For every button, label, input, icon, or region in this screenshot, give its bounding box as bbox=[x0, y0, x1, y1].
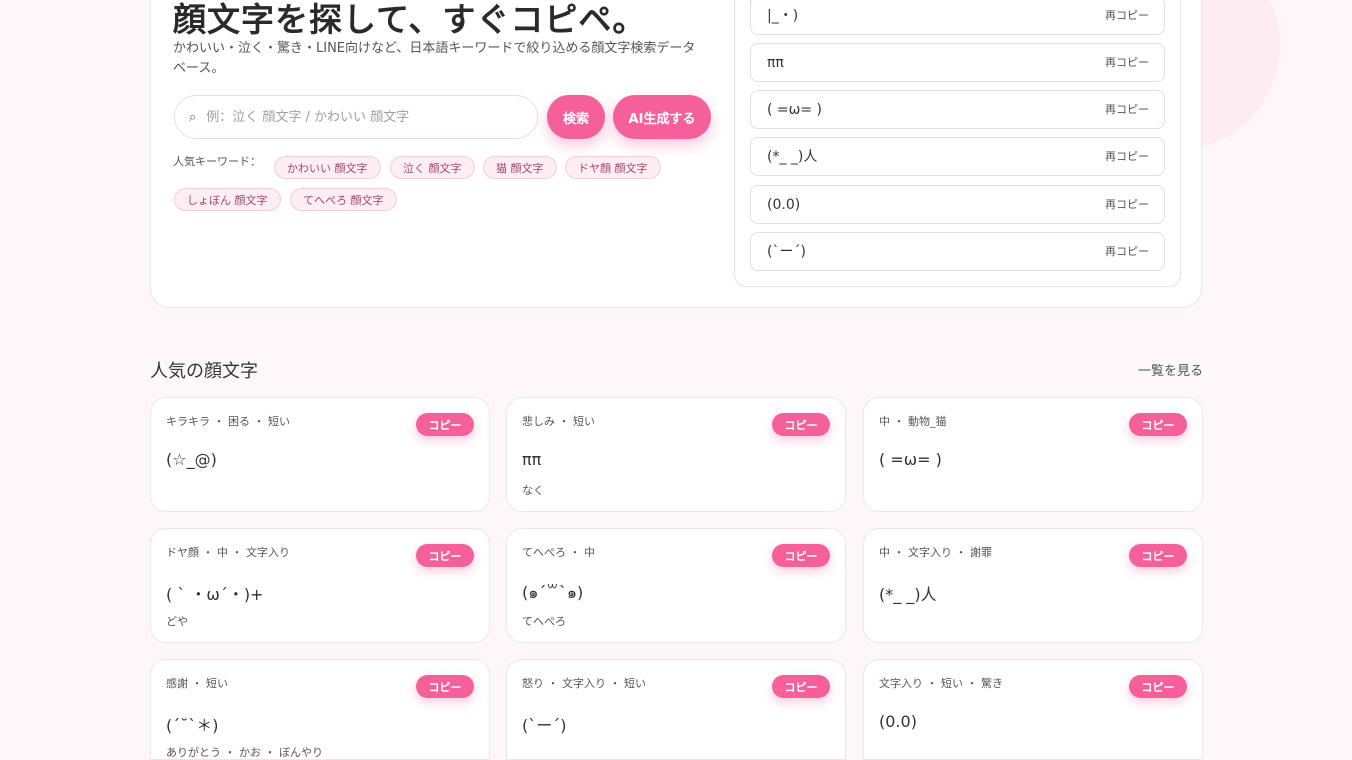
kaomoji-card[interactable]: キラキラ ・ 困る ・ 短い コピー (☆_@) bbox=[150, 397, 490, 512]
card-reading: てへぺろ bbox=[522, 615, 566, 628]
recopy-button[interactable]: 再コピー bbox=[1105, 186, 1149, 224]
recent-copies-panel: |_・) 再コピー ππ 再コピー ( =ω= ) 再コピー (*_ _)人 再… bbox=[734, 0, 1181, 287]
copy-button[interactable]: コピー bbox=[1129, 413, 1187, 436]
recent-item[interactable]: ππ 再コピー bbox=[750, 43, 1165, 82]
card-face: ( ` ・ω´・)+ bbox=[166, 585, 264, 604]
card-face: (☆_@) bbox=[166, 450, 217, 469]
recent-face: (*_ _)人 bbox=[767, 149, 818, 165]
card-face: ππ bbox=[522, 450, 542, 469]
card-tags: 文字入り ・ 短い ・ 驚き bbox=[879, 677, 1003, 690]
copy-button[interactable]: コピー bbox=[1129, 544, 1187, 567]
kaomoji-card[interactable]: 中 ・ 動物_猫 コピー ( =ω= ) bbox=[863, 397, 1203, 512]
kaomoji-card[interactable]: 悲しみ ・ 短い コピー ππ なく bbox=[506, 397, 846, 512]
keyword-chip[interactable]: 泣く 顔文字 bbox=[390, 156, 475, 179]
keywords-label: 人気キーワード： bbox=[173, 155, 261, 168]
card-face: (*_ _)人 bbox=[879, 585, 937, 604]
search-icon: ⌕ bbox=[189, 109, 197, 125]
copy-button[interactable]: コピー bbox=[772, 413, 830, 436]
kaomoji-card[interactable]: てへぺろ ・ 中 コピー (๑ˊ꒳ˋ๑) てへぺろ bbox=[506, 528, 846, 643]
card-face: (`ー´) bbox=[522, 716, 567, 735]
recent-face: ππ bbox=[767, 55, 784, 71]
recopy-button[interactable]: 再コピー bbox=[1105, 233, 1149, 271]
card-tags: 中 ・ 文字入り ・ 謝罪 bbox=[879, 546, 992, 559]
keyword-chip[interactable]: しょぼん 顔文字 bbox=[174, 188, 281, 211]
keyword-chip[interactable]: かわいい 顔文字 bbox=[274, 156, 381, 179]
copy-button[interactable]: コピー bbox=[772, 544, 830, 567]
recopy-button[interactable]: 再コピー bbox=[1105, 138, 1149, 176]
recopy-button[interactable]: 再コピー bbox=[1105, 91, 1149, 129]
card-face: ( =ω= ) bbox=[879, 450, 942, 469]
kaomoji-card[interactable]: ドヤ顔 ・ 中 ・ 文字入り コピー ( ` ・ω´・)+ どや bbox=[150, 528, 490, 643]
recopy-button[interactable]: 再コピー bbox=[1105, 44, 1149, 82]
recent-face: |_・) bbox=[767, 8, 799, 24]
card-reading: どや bbox=[166, 615, 188, 628]
recent-face: ( =ω= ) bbox=[767, 102, 823, 118]
card-tags: 怒り ・ 文字入り ・ 短い bbox=[522, 677, 646, 690]
copy-button[interactable]: コピー bbox=[416, 413, 474, 436]
recent-face: (`ー´) bbox=[767, 244, 806, 260]
ai-generate-button[interactable]: AI生成する bbox=[613, 95, 711, 139]
card-face: (0.0) bbox=[879, 712, 917, 731]
recent-item[interactable]: (*_ _)人 再コピー bbox=[750, 137, 1165, 176]
copy-button[interactable]: コピー bbox=[1129, 675, 1187, 698]
popular-section-title: 人気の顔文字 bbox=[150, 361, 258, 382]
recent-item[interactable]: |_・) 再コピー bbox=[750, 0, 1165, 35]
recent-item[interactable]: (0.0) 再コピー bbox=[750, 185, 1165, 224]
kaomoji-card[interactable]: 文字入り ・ 短い ・ 驚き コピー (0.0) bbox=[863, 659, 1203, 760]
page-subtitle: かわいい・泣く・驚き・LINE向けなど、日本語キーワードで絞り込める顔文字検索デ… bbox=[173, 41, 696, 76]
recopy-button[interactable]: 再コピー bbox=[1105, 0, 1149, 35]
card-reading: なく bbox=[522, 484, 544, 497]
keyword-chip[interactable]: てへぺろ 顔文字 bbox=[290, 188, 397, 211]
kaomoji-card[interactable]: 中 ・ 文字入り ・ 謝罪 コピー (*_ _)人 bbox=[863, 528, 1203, 643]
copy-button[interactable]: コピー bbox=[416, 544, 474, 567]
hero-panel: 顔文字を探して、すぐコピペ。 かわいい・泣く・驚き・LINE向けなど、日本語キー… bbox=[150, 0, 1202, 308]
card-reading: ありがとう ・ かお ・ ぼんやり bbox=[166, 746, 323, 759]
card-tags: 中 ・ 動物_猫 bbox=[879, 415, 947, 428]
copy-button[interactable]: コピー bbox=[772, 675, 830, 698]
see-all-link[interactable]: 一覧を見る bbox=[1138, 360, 1203, 379]
card-tags: てへぺろ ・ 中 bbox=[522, 546, 595, 559]
search-input[interactable] bbox=[204, 108, 509, 126]
card-face: (´˘`＊) bbox=[166, 716, 219, 735]
page-title: 顔文字を探して、すぐコピペ。 bbox=[173, 0, 647, 39]
recent-item[interactable]: (`ー´) 再コピー bbox=[750, 232, 1165, 271]
keyword-chip[interactable]: ドヤ顔 顔文字 bbox=[565, 156, 661, 179]
copy-button[interactable]: コピー bbox=[416, 675, 474, 698]
card-face: (๑ˊ꒳ˋ๑) bbox=[522, 583, 584, 602]
search-button[interactable]: 検索 bbox=[547, 95, 605, 139]
search-box[interactable]: ⌕ bbox=[174, 95, 538, 139]
card-tags: ドヤ顔 ・ 中 ・ 文字入り bbox=[166, 546, 290, 559]
card-tags: キラキラ ・ 困る ・ 短い bbox=[166, 415, 290, 428]
recent-item[interactable]: ( =ω= ) 再コピー bbox=[750, 90, 1165, 129]
kaomoji-card[interactable]: 感謝 ・ 短い コピー (´˘`＊) ありがとう ・ かお ・ ぼんやり bbox=[150, 659, 490, 760]
recent-face: (0.0) bbox=[767, 197, 801, 213]
card-tags: 悲しみ ・ 短い bbox=[522, 415, 595, 428]
keyword-chip[interactable]: 猫 顔文字 bbox=[483, 156, 557, 179]
card-tags: 感謝 ・ 短い bbox=[166, 677, 228, 690]
kaomoji-card[interactable]: 怒り ・ 文字入り ・ 短い コピー (`ー´) bbox=[506, 659, 846, 760]
